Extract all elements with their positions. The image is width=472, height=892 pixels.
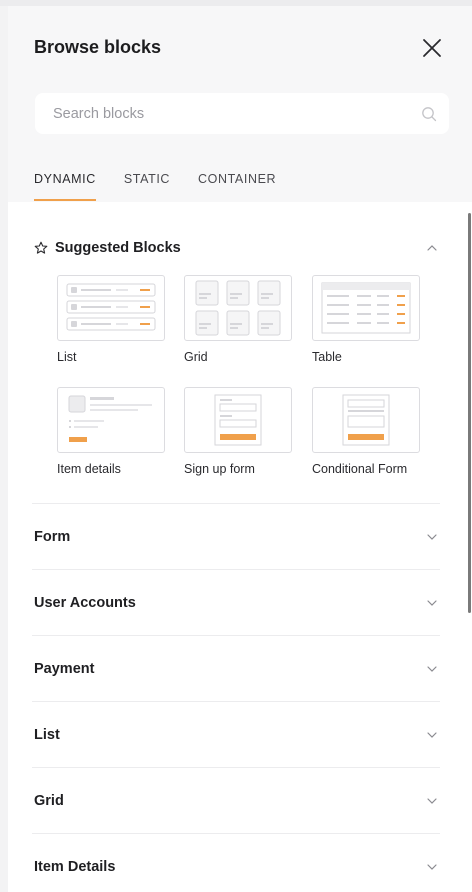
chevron-down-icon [427,864,437,870]
star-icon [34,241,48,254]
close-icon [423,39,441,57]
panel-title: Browse blocks [34,37,162,57]
section-payment[interactable]: Payment [34,659,438,679]
divider [32,635,440,636]
block-item-details[interactable]: Item details [57,387,165,476]
section-label: Form [34,529,71,545]
browse-blocks-panel: Browse blocks DYNAMIC STATIC CONTAINER S… [8,6,472,892]
list-block-thumb [57,275,165,341]
section-list[interactable]: List [34,725,438,745]
search-icon[interactable] [421,106,437,122]
section-label: Grid [34,793,64,809]
close-button[interactable] [420,36,444,60]
divider [32,503,440,504]
tab-container[interactable]: CONTAINER [198,172,276,198]
block-sign-up-form[interactable]: Sign up form [184,387,292,476]
chevron-down-icon [427,666,437,672]
section-label: Item Details [34,859,116,875]
tab-static[interactable]: STATIC [124,172,170,198]
block-label: Conditional Form [312,462,408,476]
section-label: List [34,727,60,743]
blocks-list: Suggested Blocks List Grid Table Item de… [8,202,472,892]
chevron-down-icon [427,534,437,540]
block-label: List [57,350,77,364]
divider [32,701,440,702]
block-label: Sign up form [184,462,255,476]
section-form[interactable]: Form [34,527,438,547]
conditional-form-block-thumb [312,387,420,453]
category-tabs: DYNAMIC STATIC CONTAINER [34,172,304,204]
block-label: Table [312,350,342,364]
search-box [35,93,449,134]
tab-dynamic[interactable]: DYNAMIC [34,172,96,201]
chevron-down-icon [427,798,437,804]
item-details-block-thumb [57,387,165,453]
divider [32,569,440,570]
block-label: Item details [57,462,121,476]
table-block-thumb [312,275,420,341]
section-label: Suggested Blocks [55,240,181,256]
section-label: Payment [34,661,95,677]
chevron-up-icon [427,245,437,251]
divider [32,833,440,834]
section-item-details[interactable]: Item Details [34,857,438,877]
signup-form-block-thumb [184,387,292,453]
scrollbar[interactable] [468,213,471,613]
section-suggested-blocks[interactable]: Suggested Blocks [34,238,438,258]
section-label: User Accounts [34,595,136,611]
block-label: Grid [184,350,208,364]
grid-block-thumb [184,275,292,341]
block-table[interactable]: Table [312,275,420,364]
divider [32,767,440,768]
block-grid[interactable]: Grid [184,275,292,364]
section-user-accounts[interactable]: User Accounts [34,593,438,613]
chevron-down-icon [427,732,437,738]
search-input[interactable] [35,93,449,134]
section-grid[interactable]: Grid [34,791,438,811]
block-conditional-form[interactable]: Conditional Form [312,387,420,476]
block-list[interactable]: List [57,275,165,364]
chevron-down-icon [427,600,437,606]
